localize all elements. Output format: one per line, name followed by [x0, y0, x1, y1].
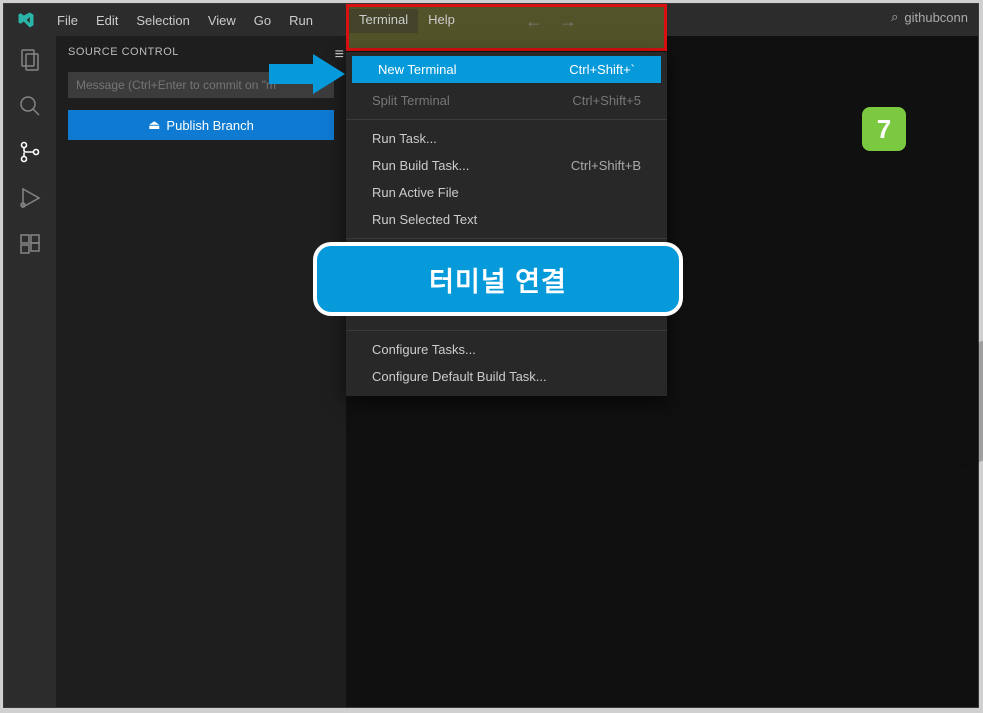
menu-run[interactable]: Run [280, 7, 322, 34]
nav-forward-icon[interactable]: → [559, 11, 577, 32]
shortcut-text: Ctrl+Shift+` [569, 62, 635, 77]
explorer-icon[interactable] [16, 46, 44, 74]
cloud-upload-icon: ⏏ [148, 117, 160, 133]
arrow-annotation [269, 52, 345, 101]
menu-edit[interactable]: Edit [87, 7, 127, 34]
search-icon: ⌕ [891, 9, 898, 25]
source-control-icon[interactable] [16, 138, 44, 166]
debug-icon[interactable] [16, 184, 44, 212]
menu-go[interactable]: Go [245, 7, 280, 34]
menu-separator [346, 238, 667, 239]
shortcut-text: Ctrl+Shift+B [571, 158, 641, 173]
menu-configure-tasks[interactable]: Configure Tasks... [346, 336, 667, 363]
menu-run-build-task[interactable]: Run Build Task... Ctrl+Shift+B [346, 152, 667, 179]
menu-selection[interactable]: Selection [127, 7, 198, 34]
menu-items: File Edit Selection View Go Run [48, 7, 322, 34]
menu-configure-default-build-task[interactable]: Configure Default Build Task... [346, 363, 667, 390]
search-area[interactable]: ⌕ githubconn [891, 9, 968, 25]
activity-bar [4, 36, 56, 707]
menu-separator [346, 330, 667, 331]
decorative-shape [938, 335, 983, 477]
menu-split-terminal[interactable]: Split Terminal Ctrl+Shift+5 [346, 87, 667, 114]
vscode-logo-icon [12, 6, 40, 34]
publish-label: Publish Branch [166, 118, 253, 133]
menu-run-task[interactable]: Run Task... [346, 125, 667, 152]
nav-back-icon[interactable]: ← [525, 11, 543, 32]
terminal-callout: 터미널 연결 [313, 242, 683, 316]
menu-file[interactable]: File [48, 7, 87, 34]
sidebar: SOURCE CONTROL ≡ ⏏ Publish Branch [56, 36, 346, 707]
menu-new-terminal[interactable]: New Terminal Ctrl+Shift+` [352, 56, 661, 83]
menu-view[interactable]: View [199, 7, 245, 34]
terminal-dropdown: New Terminal Ctrl+Shift+` Split Terminal… [346, 52, 667, 396]
search-activity-icon[interactable] [16, 92, 44, 120]
search-text: githubconn [904, 10, 968, 25]
publish-branch-button[interactable]: ⏏ Publish Branch [68, 110, 334, 140]
menu-run-selected-text[interactable]: Run Selected Text [346, 206, 667, 233]
shortcut-text: Ctrl+Shift+5 [572, 93, 641, 108]
nav-arrows: ← → [525, 9, 577, 33]
step-badge: 7 [862, 107, 906, 151]
menu-terminal[interactable]: Terminal [349, 9, 418, 33]
menu-help[interactable]: Help [418, 9, 465, 33]
extensions-icon[interactable] [16, 230, 44, 258]
menu-run-active-file[interactable]: Run Active File [346, 179, 667, 206]
menu-separator [346, 119, 667, 120]
menu-highlight-zone: Terminal Help ← → [346, 4, 667, 51]
